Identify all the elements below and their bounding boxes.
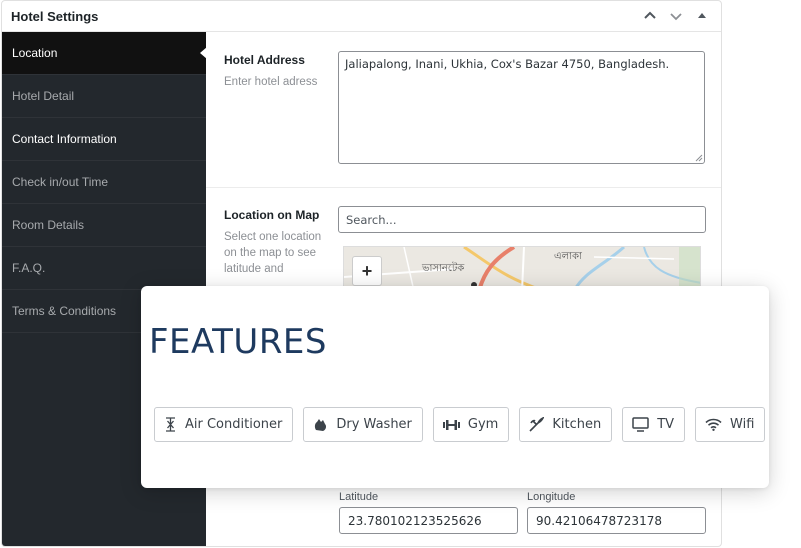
sidebar-item-hotel-detail[interactable]: Hotel Detail: [2, 75, 206, 118]
page: Hotel Settings Location Hotel Detail Con…: [0, 0, 801, 548]
sidebar-item-label: Terms & Conditions: [12, 304, 117, 318]
map-search-input[interactable]: Search...: [338, 206, 706, 233]
collapse-toggle-icon[interactable]: [693, 7, 711, 25]
sidebar-item-location[interactable]: Location: [2, 32, 207, 75]
air-conditioner-icon: [166, 417, 175, 432]
longitude-value: 90.42106478723178: [536, 513, 662, 528]
map-place-label: এলাকা: [554, 251, 582, 262]
map-zoom-in-button[interactable]: +: [352, 256, 382, 286]
longitude-label: Longitude: [527, 491, 576, 503]
sidebar-item-label: Location: [12, 46, 58, 60]
latitude-value: 23.780102123525626: [348, 513, 482, 528]
map-search-placeholder: Search...: [346, 212, 397, 227]
map-tiles: [344, 247, 700, 289]
panel-controls: [641, 7, 711, 25]
dry-washer-icon: [315, 419, 327, 431]
panel-title: Hotel Settings: [11, 8, 99, 24]
panel-header: Hotel Settings: [2, 1, 721, 32]
sidebar-item-label: F.A.Q.: [12, 261, 46, 275]
latitude-input[interactable]: 23.780102123525626: [339, 507, 518, 534]
feature-label: Kitchen: [552, 417, 602, 432]
zoom-in-icon: +: [361, 260, 373, 281]
feature-chip-dry-washer[interactable]: Dry Washer: [303, 407, 423, 442]
hotel-address-label: Hotel Address: [224, 53, 305, 67]
sidebar-item-label: Room Details: [12, 218, 85, 232]
move-up-icon[interactable]: [641, 7, 659, 25]
features-title: FEATURES: [149, 322, 328, 362]
resize-handle-icon[interactable]: [695, 154, 703, 162]
feature-chip-gym[interactable]: Gym: [432, 407, 510, 442]
location-map-desc: Select one location on the map to see la…: [224, 231, 322, 275]
location-map-label: Location on Map: [224, 208, 320, 222]
hotel-address-value: Jaliapalong, Inani, Ukhia, Cox's Bazar 4…: [345, 57, 670, 71]
tv-icon: [632, 417, 649, 432]
sidebar-item-room-details[interactable]: Room Details: [2, 204, 206, 247]
sidebar-item-contact-information[interactable]: Contact Information: [2, 118, 206, 161]
move-down-icon[interactable]: [667, 7, 685, 25]
features-card: FEATURES Air Conditioner Dry Washer Gym …: [141, 286, 769, 488]
longitude-input[interactable]: 90.42106478723178: [527, 507, 706, 534]
feature-label: Dry Washer: [336, 417, 412, 432]
wifi-icon: [705, 418, 722, 431]
feature-chip-wifi[interactable]: Wifi: [695, 407, 766, 442]
hotel-address-textarea[interactable]: Jaliapalong, Inani, Ukhia, Cox's Bazar 4…: [338, 51, 705, 164]
feature-chip-air-conditioner[interactable]: Air Conditioner: [154, 407, 294, 442]
feature-label: Gym: [467, 417, 499, 432]
location-map[interactable]: এলাকা ভাসানটেক +: [343, 246, 701, 290]
feature-chip-kitchen[interactable]: Kitchen: [519, 407, 613, 442]
sidebar-item-check-in-out-time[interactable]: Check in/out Time: [2, 161, 206, 204]
gym-icon: [442, 419, 460, 430]
hotel-address-row: Hotel Address Enter hotel adress Jaliapa…: [206, 32, 721, 188]
sidebar-item-label: Hotel Detail: [12, 89, 75, 103]
feature-chip-tv[interactable]: TV: [622, 407, 686, 442]
map-place-label: ভাসানটেক: [422, 263, 465, 274]
sidebar-item-label: Check in/out Time: [12, 175, 109, 189]
kitchen-icon: [529, 417, 545, 432]
sidebar-item-faq[interactable]: F.A.Q.: [2, 247, 206, 290]
feature-label: Air Conditioner: [185, 417, 283, 432]
sidebar-item-label: Contact Information: [12, 132, 117, 146]
hotel-address-desc: Enter hotel adress: [224, 76, 318, 88]
feature-label: TV: [657, 417, 675, 432]
latitude-label: Latitude: [339, 491, 379, 503]
feature-label: Wifi: [730, 417, 755, 432]
features-list: Air Conditioner Dry Washer Gym Kitchen T…: [154, 407, 766, 442]
